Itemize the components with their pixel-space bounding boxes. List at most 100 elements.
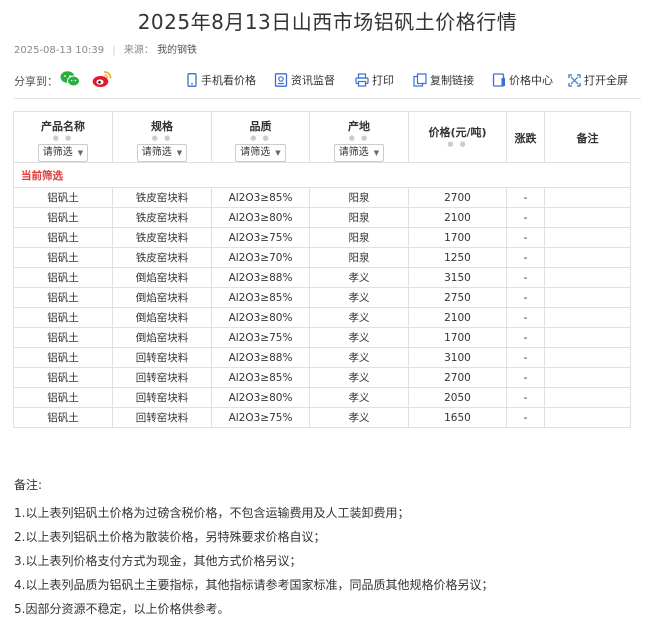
table-row: 铝矾土 铁皮窑块料 Al2O3≥75% 阳泉 1700- xyxy=(13,227,631,248)
fullscreen-icon xyxy=(568,73,581,87)
wechat-icon[interactable] xyxy=(60,70,80,88)
note-item: 1.以上表列铝矾土价格为过磅含税价格，不包含运输费用及人工装卸费用； xyxy=(14,506,410,520)
cell-price: 1700 xyxy=(408,227,507,248)
table-row: 铝矾土 铁皮窑块料 Al2O3≥80% 阳泉 2100- xyxy=(13,207,631,228)
share-label: 分享到： xyxy=(14,75,58,88)
col-label: 产品名称 xyxy=(41,120,85,133)
table-header-row: 产品名称 ● ● 请筛选 ▼ 规格 ● ● 请筛选 ▼ 品质 ● ● 请筛选 ▼ 产地… xyxy=(13,111,631,163)
cell-remark xyxy=(544,187,631,208)
tool-copy-link[interactable]: 复制链接 xyxy=(413,72,474,88)
cell-quality: Al2O3≥75% xyxy=(211,327,310,348)
table-row: 铝矾土 回转窑块料 Al2O3≥75% 孝义 1650- xyxy=(13,407,631,428)
cell-remark xyxy=(544,267,631,288)
tool-print[interactable]: 打印 xyxy=(355,72,394,88)
tool-label: 打开全屏 xyxy=(584,74,628,87)
tool-fullscreen[interactable]: 打开全屏 xyxy=(568,72,628,88)
cell-remark xyxy=(544,387,631,408)
table-row: 铝矾土 回转窑块料 Al2O3≥85% 孝义 2700- xyxy=(13,367,631,388)
cell-product: 铝矾土 xyxy=(13,327,113,348)
weibo-icon[interactable] xyxy=(92,70,112,88)
cell-remark xyxy=(544,307,631,328)
cell-product: 铝矾土 xyxy=(13,347,113,368)
cell-quality: Al2O3≥80% xyxy=(211,307,310,328)
cell-remark xyxy=(544,327,631,348)
cell-spec: 倒焰窑块料 xyxy=(112,327,212,348)
cell-spec: 回转窑块料 xyxy=(112,367,212,388)
cell-product: 铝矾土 xyxy=(13,247,113,268)
sort-dots-icon: ● ● xyxy=(250,134,271,142)
filter-quality-select[interactable]: 请筛选 ▼ xyxy=(235,144,286,162)
cell-product: 铝矾土 xyxy=(13,267,113,288)
select-label: 请筛选 xyxy=(338,147,369,158)
col-label: 品质 xyxy=(249,120,272,133)
cell-change: - xyxy=(506,187,545,208)
cell-change: - xyxy=(506,207,545,228)
cell-product: 铝矾土 xyxy=(13,227,113,248)
cell-change: - xyxy=(506,227,545,248)
col-header-remark: 备注 xyxy=(544,111,631,163)
article-meta: 2025-08-13 10:39 | 来源： 我的钢铁 xyxy=(14,41,197,56)
cell-price: 1650 xyxy=(408,407,507,428)
cell-remark xyxy=(544,287,631,308)
cell-remark xyxy=(544,227,631,248)
price-center-icon xyxy=(492,73,505,87)
table-row: 铝矾土 倒焰窑块料 Al2O3≥88% 孝义 3150- xyxy=(13,267,631,288)
meta-separator: | xyxy=(112,45,116,56)
cell-quality: Al2O3≥85% xyxy=(211,287,310,308)
cell-origin: 孝义 xyxy=(309,267,409,288)
filter-origin-select[interactable]: 请筛选 ▼ xyxy=(333,144,385,162)
source-name[interactable]: 我的钢铁 xyxy=(157,45,197,56)
current-filter-label: 当前筛选 xyxy=(13,162,631,188)
filter-product-select[interactable]: 请筛选 ▼ xyxy=(37,144,89,162)
page-title: 2025年8月13日山西市场铝矾土价格行情 xyxy=(137,10,518,34)
note-item: 3.以上表列价格支付方式为现金，其他方式价格另议； xyxy=(14,554,302,568)
toolbar-divider xyxy=(14,98,641,99)
cell-spec: 铁皮窑块料 xyxy=(112,247,212,268)
cell-product: 铝矾土 xyxy=(13,407,113,428)
cell-quality: Al2O3≥70% xyxy=(211,247,310,268)
note-item: 4.以上表列品质为铝矾土主要指标，其他指标请参考国家标准，同品质其他规格价格另议… xyxy=(14,578,494,592)
printer-icon xyxy=(355,73,369,87)
cell-price: 2750 xyxy=(408,287,507,308)
price-table: 产品名称 ● ● 请筛选 ▼ 规格 ● ● 请筛选 ▼ 品质 ● ● 请筛选 ▼ 产地… xyxy=(13,111,631,428)
cell-origin: 阳泉 xyxy=(309,247,409,268)
cell-remark xyxy=(544,347,631,368)
sort-dots-icon: ● ● xyxy=(151,134,173,142)
cell-spec: 倒焰窑块料 xyxy=(112,287,212,308)
cell-product: 铝矾土 xyxy=(13,207,113,228)
note-item: 2.以上表列铝矾土价格为散装价格，另特殊要求价格自议； xyxy=(14,530,326,544)
note-item: 5.因部分资源不稳定，以上价格供参考。 xyxy=(14,602,230,616)
col-label: 备注 xyxy=(576,132,599,145)
cell-origin: 孝义 xyxy=(309,307,409,328)
col-header-origin: 产地 ● ● 请筛选 ▼ xyxy=(309,111,409,163)
tool-mobile-price[interactable]: 手机看价格 xyxy=(186,72,256,88)
tool-label: 价格中心 xyxy=(509,74,553,87)
publish-date: 2025-08-13 10:39 xyxy=(14,45,105,56)
cell-spec: 倒焰窑块料 xyxy=(112,267,212,288)
table-row: 铝矾土 倒焰窑块料 Al2O3≥75% 孝义 1700- xyxy=(13,327,631,348)
filter-spec-select[interactable]: 请筛选 ▼ xyxy=(136,144,188,162)
tool-label: 手机看价格 xyxy=(201,74,256,87)
cell-spec: 铁皮窑块料 xyxy=(112,187,212,208)
cell-quality: Al2O3≥85% xyxy=(211,187,310,208)
chevron-down-icon: ▼ xyxy=(77,149,84,157)
mobile-icon xyxy=(187,73,197,87)
cell-origin: 阳泉 xyxy=(309,227,409,248)
cell-product: 铝矾土 xyxy=(13,287,113,308)
tool-label: 打印 xyxy=(372,74,394,87)
cell-price: 2700 xyxy=(408,187,507,208)
cell-spec: 回转窑块料 xyxy=(112,387,212,408)
cell-spec: 铁皮窑块料 xyxy=(112,227,212,248)
col-label: 涨跌 xyxy=(514,132,537,145)
cell-price: 3150 xyxy=(408,267,507,288)
select-label: 请筛选 xyxy=(141,147,172,158)
cell-spec: 铁皮窑块料 xyxy=(112,207,212,228)
cell-change: - xyxy=(506,367,545,388)
cell-remark xyxy=(544,367,631,388)
tool-price-center[interactable]: 价格中心 xyxy=(492,72,553,88)
chevron-down-icon: ▼ xyxy=(373,149,380,157)
tool-news-monitor[interactable]: 资讯监督 xyxy=(274,72,335,88)
col-label: 产地 xyxy=(348,120,370,133)
cell-spec: 倒焰窑块料 xyxy=(112,307,212,328)
notes-list: 1.以上表列铝矾土价格为过磅含税价格，不包含运输费用及人工装卸费用； 2.以上表列… xyxy=(14,501,493,621)
